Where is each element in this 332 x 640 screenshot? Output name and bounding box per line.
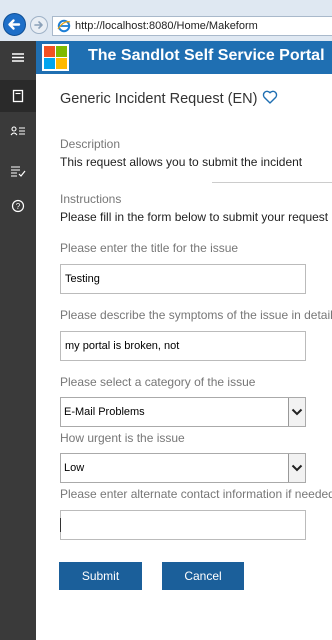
ie-icon [57,19,71,33]
instructions-text: Please fill in the form below to submit … [60,210,329,224]
instructions-label: Instructions [60,192,122,206]
back-button[interactable] [3,13,26,36]
category-dropdown-button[interactable] [288,398,305,426]
divider [212,182,332,183]
help-icon: ? [11,199,25,213]
svg-text:?: ? [16,202,21,211]
category-question: Please select a category of the issue [60,375,256,389]
checklist-icon [11,166,26,177]
portal-title: The Sandlot Self Service Portal [88,47,325,64]
symptoms-input[interactable] [60,331,306,361]
text-caret [60,518,61,532]
sidebar-item-requests[interactable] [0,80,36,112]
urgency-question: How urgent is the issue [60,431,185,445]
sidebar-item-checklist[interactable] [0,155,36,187]
arrow-right-icon [34,21,43,29]
title-question: Please enter the title for the issue [60,241,239,255]
description-label: Description [60,137,121,151]
request-form: Generic Incident Request (EN) Descriptio… [36,74,332,640]
forward-button[interactable] [30,16,48,34]
contact-input[interactable] [60,510,306,540]
urgency-select[interactable]: Low [60,453,306,483]
arrow-left-icon [8,19,21,30]
heart-icon[interactable] [262,89,278,105]
contact-question: Please enter alternate contact informati… [60,487,332,501]
address-bar[interactable]: http://localhost:8080/Home/Makeform [52,16,332,36]
contacts-icon [10,126,25,136]
browser-chrome: http://localhost:8080/Home/Makeform [0,0,332,42]
windows-logo-icon [42,44,69,71]
request-book-icon [12,89,24,103]
sidebar: ? [0,74,36,640]
url-text: http://localhost:8080/Home/Makeform [75,20,258,32]
symptoms-question: Please describe the symptoms of the issu… [60,308,332,322]
menu-button[interactable] [0,41,36,74]
form-title: Generic Incident Request (EN) [60,91,258,107]
submit-button[interactable]: Submit [59,562,142,590]
app-header: The Sandlot Self Service Portal [0,41,332,74]
title-input[interactable] [60,264,306,294]
chevron-down-icon [291,408,303,416]
urgency-dropdown-button[interactable] [288,454,305,482]
sidebar-item-help[interactable]: ? [0,190,36,222]
category-select[interactable]: E-Mail Problems [60,397,306,427]
urgency-value: Low [64,462,85,474]
hamburger-menu-icon [12,53,24,62]
category-value: E-Mail Problems [64,406,145,418]
description-text: This request allows you to submit the in… [60,155,303,169]
sidebar-item-contacts[interactable] [0,115,36,147]
cancel-button[interactable]: Cancel [162,562,244,590]
chevron-down-icon [291,464,303,472]
